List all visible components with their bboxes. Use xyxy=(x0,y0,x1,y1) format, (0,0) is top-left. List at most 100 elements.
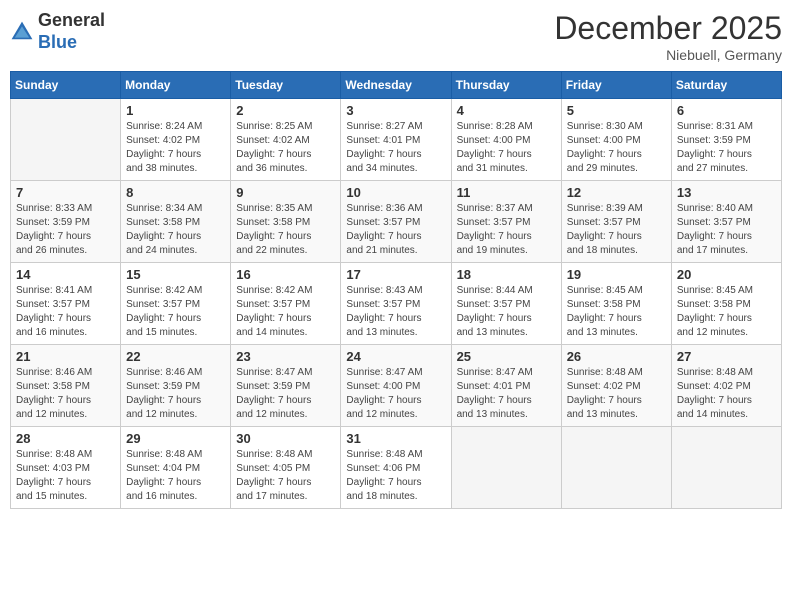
day-number: 26 xyxy=(567,349,666,364)
day-number: 10 xyxy=(346,185,445,200)
day-info: Sunrise: 8:43 AM Sunset: 3:57 PM Dayligh… xyxy=(346,284,445,340)
day-info: Sunrise: 8:44 AM Sunset: 3:57 PM Dayligh… xyxy=(457,284,556,340)
logo-general: General xyxy=(38,10,105,32)
calendar-week-row: 21Sunrise: 8:46 AM Sunset: 3:58 PM Dayli… xyxy=(11,345,782,427)
day-info: Sunrise: 8:48 AM Sunset: 4:04 PM Dayligh… xyxy=(126,448,225,504)
day-info: Sunrise: 8:35 AM Sunset: 3:58 PM Dayligh… xyxy=(236,202,335,258)
day-number: 28 xyxy=(16,431,115,446)
day-number: 27 xyxy=(677,349,776,364)
day-info: Sunrise: 8:34 AM Sunset: 3:58 PM Dayligh… xyxy=(126,202,225,258)
calendar-cell xyxy=(451,427,561,509)
calendar-cell: 31 Sunrise: 8:48 AM Sunset: 4:06 PM Dayli… xyxy=(341,427,451,509)
weekday-header: Thursday xyxy=(451,72,561,99)
day-info: Sunrise: 8:36 AM Sunset: 3:57 PM Dayligh… xyxy=(346,202,445,258)
calendar-week-row: 7 Sunrise: 8:33 AM Sunset: 3:59 PM Daylig… xyxy=(11,181,782,263)
day-number: 1 xyxy=(126,103,225,118)
title-section: December 2025 Niebuell, Germany xyxy=(554,10,782,63)
location: Niebuell, Germany xyxy=(554,47,782,63)
weekday-header: Sunday xyxy=(11,72,121,99)
day-info: Sunrise: 8:27 AM Sunset: 4:01 PM Dayligh… xyxy=(346,120,445,176)
day-info: Sunrise: 8:41 AM Sunset: 3:57 PM Dayligh… xyxy=(16,284,115,340)
calendar-cell: 10 Sunrise: 8:36 AM Sunset: 3:57 PM Dayli… xyxy=(341,181,451,263)
calendar-cell: 21Sunrise: 8:46 AM Sunset: 3:58 PM Dayli… xyxy=(11,345,121,427)
day-info: Sunrise: 8:39 AM Sunset: 3:57 PM Dayligh… xyxy=(567,202,666,258)
day-info: Sunrise: 8:42 AM Sunset: 3:57 PM Dayligh… xyxy=(236,284,335,340)
day-number: 4 xyxy=(457,103,556,118)
calendar-cell xyxy=(671,427,781,509)
day-number: 9 xyxy=(236,185,335,200)
day-number: 5 xyxy=(567,103,666,118)
calendar-cell: 28Sunrise: 8:48 AM Sunset: 4:03 PM Dayli… xyxy=(11,427,121,509)
day-number: 11 xyxy=(457,185,556,200)
day-number: 7 xyxy=(16,185,115,200)
logo: General Blue xyxy=(10,10,105,53)
calendar-cell xyxy=(561,427,671,509)
calendar-cell: 12 Sunrise: 8:39 AM Sunset: 3:57 PM Dayli… xyxy=(561,181,671,263)
day-number: 16 xyxy=(236,267,335,282)
day-number: 13 xyxy=(677,185,776,200)
weekday-header: Monday xyxy=(121,72,231,99)
weekday-header-row: SundayMondayTuesdayWednesdayThursdayFrid… xyxy=(11,72,782,99)
day-info: Sunrise: 8:33 AM Sunset: 3:59 PM Dayligh… xyxy=(16,202,115,258)
day-number: 31 xyxy=(346,431,445,446)
day-info: Sunrise: 8:46 AM Sunset: 3:59 PM Dayligh… xyxy=(126,366,225,422)
day-info: Sunrise: 8:30 AM Sunset: 4:00 PM Dayligh… xyxy=(567,120,666,176)
calendar-cell: 23 Sunrise: 8:47 AM Sunset: 3:59 PM Dayli… xyxy=(231,345,341,427)
day-number: 21 xyxy=(16,349,115,364)
calendar-cell: 18 Sunrise: 8:44 AM Sunset: 3:57 PM Dayli… xyxy=(451,263,561,345)
day-number: 6 xyxy=(677,103,776,118)
day-number: 29 xyxy=(126,431,225,446)
day-info: Sunrise: 8:48 AM Sunset: 4:02 PM Dayligh… xyxy=(567,366,666,422)
weekday-header: Friday xyxy=(561,72,671,99)
logo-icon xyxy=(10,20,34,44)
day-number: 12 xyxy=(567,185,666,200)
day-number: 25 xyxy=(457,349,556,364)
calendar-cell: 3 Sunrise: 8:27 AM Sunset: 4:01 PM Daylig… xyxy=(341,99,451,181)
day-number: 3 xyxy=(346,103,445,118)
calendar-cell: 30Sunrise: 8:48 AM Sunset: 4:05 PM Dayli… xyxy=(231,427,341,509)
calendar-cell: 11 Sunrise: 8:37 AM Sunset: 3:57 PM Dayli… xyxy=(451,181,561,263)
calendar-cell: 26 Sunrise: 8:48 AM Sunset: 4:02 PM Dayli… xyxy=(561,345,671,427)
day-number: 2 xyxy=(236,103,335,118)
calendar-cell: 20 Sunrise: 8:45 AM Sunset: 3:58 PM Dayli… xyxy=(671,263,781,345)
calendar-cell: 13 Sunrise: 8:40 AM Sunset: 3:57 PM Dayli… xyxy=(671,181,781,263)
calendar-cell: 5 Sunrise: 8:30 AM Sunset: 4:00 PM Daylig… xyxy=(561,99,671,181)
weekday-header: Wednesday xyxy=(341,72,451,99)
day-info: Sunrise: 8:24 AM Sunset: 4:02 PM Dayligh… xyxy=(126,120,225,176)
day-number: 24 xyxy=(346,349,445,364)
day-number: 18 xyxy=(457,267,556,282)
calendar-cell: 9 Sunrise: 8:35 AM Sunset: 3:58 PM Daylig… xyxy=(231,181,341,263)
day-number: 8 xyxy=(126,185,225,200)
calendar-cell: 27Sunrise: 8:48 AM Sunset: 4:02 PM Dayli… xyxy=(671,345,781,427)
calendar-cell: 15Sunrise: 8:42 AM Sunset: 3:57 PM Dayli… xyxy=(121,263,231,345)
calendar-cell: 14Sunrise: 8:41 AM Sunset: 3:57 PM Dayli… xyxy=(11,263,121,345)
day-info: Sunrise: 8:45 AM Sunset: 3:58 PM Dayligh… xyxy=(567,284,666,340)
day-info: Sunrise: 8:48 AM Sunset: 4:06 PM Dayligh… xyxy=(346,448,445,504)
day-info: Sunrise: 8:47 AM Sunset: 4:00 PM Dayligh… xyxy=(346,366,445,422)
calendar-week-row: 28Sunrise: 8:48 AM Sunset: 4:03 PM Dayli… xyxy=(11,427,782,509)
calendar-week-row: 14Sunrise: 8:41 AM Sunset: 3:57 PM Dayli… xyxy=(11,263,782,345)
calendar-cell: 25 Sunrise: 8:47 AM Sunset: 4:01 PM Dayli… xyxy=(451,345,561,427)
day-number: 23 xyxy=(236,349,335,364)
calendar-week-row: 1 Sunrise: 8:24 AM Sunset: 4:02 PM Daylig… xyxy=(11,99,782,181)
day-info: Sunrise: 8:47 AM Sunset: 4:01 PM Dayligh… xyxy=(457,366,556,422)
day-info: Sunrise: 8:25 AM Sunset: 4:02 AM Dayligh… xyxy=(236,120,335,176)
day-info: Sunrise: 8:45 AM Sunset: 3:58 PM Dayligh… xyxy=(677,284,776,340)
calendar-cell: 8 Sunrise: 8:34 AM Sunset: 3:58 PM Daylig… xyxy=(121,181,231,263)
calendar-cell: 4Sunrise: 8:28 AM Sunset: 4:00 PM Daylig… xyxy=(451,99,561,181)
day-number: 19 xyxy=(567,267,666,282)
day-info: Sunrise: 8:47 AM Sunset: 3:59 PM Dayligh… xyxy=(236,366,335,422)
calendar-cell: 17Sunrise: 8:43 AM Sunset: 3:57 PM Dayli… xyxy=(341,263,451,345)
day-info: Sunrise: 8:37 AM Sunset: 3:57 PM Dayligh… xyxy=(457,202,556,258)
month-title: December 2025 xyxy=(554,10,782,47)
calendar-table: SundayMondayTuesdayWednesdayThursdayFrid… xyxy=(10,71,782,509)
page-header: General Blue December 2025 Niebuell, Ger… xyxy=(10,10,782,63)
calendar-cell: 16 Sunrise: 8:42 AM Sunset: 3:57 PM Dayli… xyxy=(231,263,341,345)
logo-blue: Blue xyxy=(38,32,105,54)
calendar-cell: 7 Sunrise: 8:33 AM Sunset: 3:59 PM Daylig… xyxy=(11,181,121,263)
logo-text: General Blue xyxy=(38,10,105,53)
calendar-cell: 19 Sunrise: 8:45 AM Sunset: 3:58 PM Dayli… xyxy=(561,263,671,345)
day-info: Sunrise: 8:40 AM Sunset: 3:57 PM Dayligh… xyxy=(677,202,776,258)
day-number: 20 xyxy=(677,267,776,282)
day-number: 30 xyxy=(236,431,335,446)
